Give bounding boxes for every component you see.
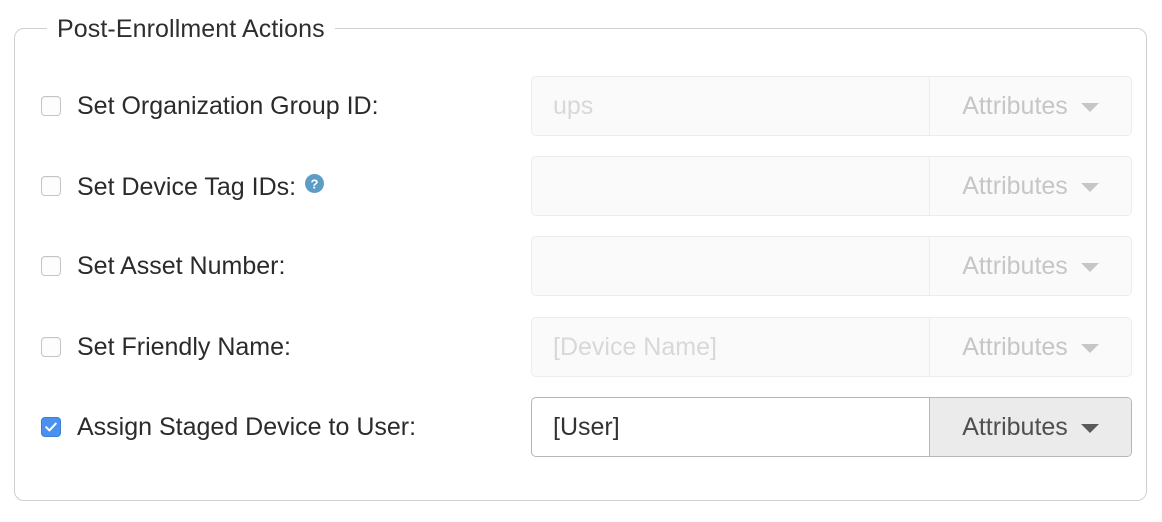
chevron-down-icon [1080, 183, 1099, 192]
action-checkbox[interactable] [41, 176, 61, 196]
chevron-down-icon [1080, 424, 1099, 433]
help-circle-icon[interactable]: ? [305, 170, 325, 193]
attribute-field-group: Attributes [531, 317, 1132, 377]
action-label: Assign Staged Device to User: [77, 412, 416, 442]
action-checkbox[interactable] [41, 337, 61, 357]
attributes-dropdown-label: Attributes [962, 171, 1068, 200]
action-row-label-cell: Set Device Tag IDs:? [41, 156, 511, 216]
action-row-1: Set Device Tag IDs:? Attributes [15, 156, 1146, 216]
attributes-dropdown-button[interactable]: Attributes [929, 318, 1131, 376]
attribute-field-group: Attributes [531, 236, 1132, 296]
action-label: Set Friendly Name: [77, 332, 291, 362]
action-row-3: Set Friendly Name: Attributes [15, 317, 1146, 377]
action-row-4: Assign Staged Device to User: Attributes [15, 397, 1146, 457]
attributes-dropdown-label: Attributes [962, 412, 1068, 441]
attribute-field-group: Attributes [531, 76, 1132, 136]
page-title: Post-Enrollment Actions [47, 13, 335, 45]
chevron-down-icon [1080, 263, 1099, 272]
action-checkbox[interactable] [41, 96, 61, 116]
action-checkbox[interactable] [41, 256, 61, 276]
attribute-field-group: Attributes [531, 397, 1132, 457]
check-icon [45, 422, 57, 432]
action-row-label-cell: Set Organization Group ID: [41, 76, 511, 136]
action-checkbox[interactable] [41, 417, 61, 437]
attributes-dropdown-label: Attributes [962, 91, 1068, 120]
attributes-dropdown-button[interactable]: Attributes [929, 77, 1131, 135]
action-label-text: Set Asset Number: [77, 252, 286, 280]
attribute-value-input[interactable] [532, 157, 929, 215]
attribute-field-group: Attributes [531, 156, 1132, 216]
action-label: Set Organization Group ID: [77, 91, 379, 121]
attributes-dropdown-button[interactable]: Attributes [929, 398, 1131, 456]
action-row-label-cell: Assign Staged Device to User: [41, 397, 511, 457]
svg-text:?: ? [311, 176, 319, 191]
action-label: Set Asset Number: [77, 251, 285, 281]
attribute-value-input[interactable] [532, 77, 929, 135]
action-label-text: Set Friendly Name: [77, 333, 291, 361]
attribute-value-input[interactable] [532, 318, 929, 376]
action-label: Set Device Tag IDs:? [77, 170, 325, 202]
attributes-dropdown-label: Attributes [962, 332, 1068, 361]
attribute-value-input[interactable] [532, 237, 929, 295]
attributes-dropdown-button[interactable]: Attributes [929, 237, 1131, 295]
attributes-dropdown-label: Attributes [962, 251, 1068, 280]
attribute-value-input[interactable] [532, 398, 929, 456]
action-row-label-cell: Set Asset Number: [41, 236, 511, 296]
action-label-text: Assign Staged Device to User: [77, 413, 417, 441]
attributes-dropdown-button[interactable]: Attributes [929, 157, 1131, 215]
action-row-0: Set Organization Group ID: Attributes [15, 76, 1146, 136]
action-label-text: Set Device Tag IDs: [77, 173, 297, 201]
chevron-down-icon [1080, 344, 1099, 353]
post-enrollment-actions-panel: Post-Enrollment Actions Set Organization… [14, 13, 1147, 501]
chevron-down-icon [1080, 103, 1099, 112]
action-row-label-cell: Set Friendly Name: [41, 317, 511, 377]
action-label-text: Set Organization Group ID: [77, 92, 379, 120]
action-row-2: Set Asset Number: Attributes [15, 236, 1146, 296]
